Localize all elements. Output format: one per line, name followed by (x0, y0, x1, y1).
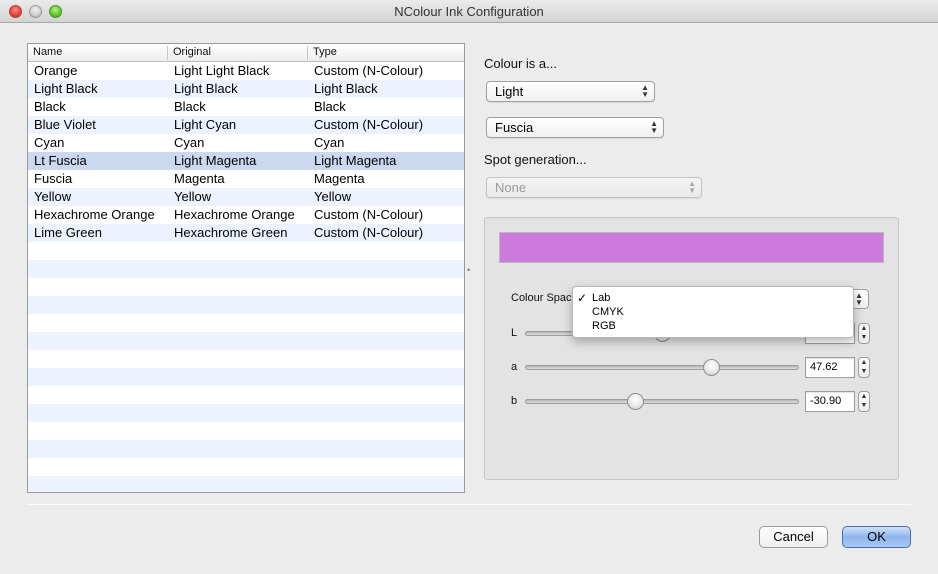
cell-original: Light Magenta (174, 153, 257, 168)
colour-space-option-cmyk[interactable]: CMYK (573, 305, 853, 319)
spot-generation-popup-value: None (495, 180, 527, 195)
table-row[interactable]: Lime Green Hexachrome Green Custom (N-Colo… (28, 224, 464, 242)
menu-item-label: CMYK (592, 306, 624, 318)
checkmark-icon: ✓ (577, 291, 588, 305)
table-row[interactable]: Cyan Cyan Cyan (28, 134, 464, 152)
colour-is-label: Colour is a... (484, 56, 557, 71)
colour-space-label: Colour Space (511, 292, 578, 304)
popup-arrows-icon: ▲ ▼ (650, 119, 658, 135)
cell-original: Magenta (174, 171, 225, 186)
cell-name: Black (34, 99, 66, 114)
cell-type: Magenta (314, 171, 365, 186)
column-header-type[interactable]: Type (308, 46, 464, 60)
channel-label-2: b (511, 395, 518, 407)
colour-space-option-lab[interactable]: ✓ Lab (573, 291, 853, 305)
menu-item-label: Lab (592, 292, 611, 304)
colour-space-menu: ✓ Lab CMYK RGB (572, 286, 854, 338)
cell-name: Fuscia (34, 171, 73, 186)
cell-name: Cyan (34, 135, 65, 150)
column-header-name[interactable]: Name (28, 46, 168, 60)
cell-type: Custom (N-Colour) (314, 225, 424, 240)
channel-stepper[interactable]: ▲ ▼ (858, 323, 870, 344)
colour-space-option-rgb[interactable]: RGB (573, 319, 853, 333)
cell-original: Black (174, 99, 206, 114)
cell-type: Cyan (314, 135, 345, 150)
spot-generation-popup: None ▲ ▼ (486, 177, 702, 198)
cell-type: Yellow (314, 189, 352, 204)
cell-name: Yellow (34, 189, 72, 204)
cell-name: Lime Green (34, 225, 102, 240)
spot-generation-label: Spot generation... (484, 152, 587, 167)
channel-stepper[interactable]: ▲ ▼ (858, 357, 870, 378)
channel-slider-track[interactable] (525, 399, 799, 404)
column-header-original[interactable]: Original (168, 46, 308, 60)
popup-arrows-icon: ▲ ▼ (641, 83, 649, 99)
cell-name: Hexachrome Orange (34, 207, 155, 222)
channel-slider-knob[interactable] (626, 393, 644, 410)
cancel-button[interactable]: Cancel (759, 526, 828, 548)
split-view-divider[interactable]: • (467, 265, 470, 275)
cell-name: Light Black (34, 81, 98, 96)
popup-arrows-icon: ▲ ▼ (855, 291, 863, 307)
cell-type: Custom (N-Colour) (314, 63, 424, 78)
cell-name: Blue Violet (34, 117, 96, 132)
table-row[interactable]: Light Black Light Black Light Black (28, 80, 464, 98)
cell-original: Hexachrome Green (174, 225, 288, 240)
dialog-window: NColour Ink Configuration Name Original … (0, 0, 938, 574)
channel-value-field[interactable]: -30.90 (805, 391, 855, 412)
channel-value-field[interactable]: 47.62 (805, 357, 855, 378)
table-row[interactable]: Hexachrome Orange Hexachrome Orange Custom… (28, 206, 464, 224)
table-row[interactable]: Black Black Black (28, 98, 464, 116)
channel-label-1: a (511, 361, 518, 373)
cell-original: Light Black (174, 81, 238, 96)
cell-type: Custom (N-Colour) (314, 117, 424, 132)
base-colour-popup-value: Fuscia (495, 120, 534, 135)
lightness-popup[interactable]: Light ▲ ▼ (486, 81, 655, 102)
channel-stepper[interactable]: ▲ ▼ (858, 391, 870, 412)
cell-name: Lt Fuscia (34, 153, 87, 168)
cell-type: Black (314, 99, 346, 114)
base-colour-popup[interactable]: Fuscia ▲ ▼ (486, 117, 664, 138)
table-row[interactable]: Yellow Yellow Yellow (28, 188, 464, 206)
ink-table[interactable]: Name Original Type Orange Light Light Bla… (27, 43, 465, 493)
title-bar: NColour Ink Configuration (0, 0, 938, 23)
cell-original: Light Light Black (174, 63, 270, 78)
table-row[interactable]: Lt Fuscia Light Magenta Light Magenta (28, 152, 464, 170)
cell-type: Light Magenta (314, 153, 397, 168)
channel-slider-track[interactable] (525, 365, 799, 370)
ok-button[interactable]: OK (842, 526, 911, 548)
colour-group-box (484, 217, 899, 480)
cell-original: Hexachrome Orange (174, 207, 295, 222)
cell-original: Yellow (174, 189, 212, 204)
menu-item-label: RGB (592, 320, 616, 332)
cell-original: Cyan (174, 135, 205, 150)
popup-arrows-icon: ▲ ▼ (688, 179, 696, 195)
cell-original: Light Cyan (174, 117, 237, 132)
table-row[interactable]: Orange Light Light Black Custom (N-Colour) (28, 62, 464, 80)
channel-label-0: L (511, 327, 518, 339)
button-separator (27, 504, 911, 505)
lightness-popup-value: Light (495, 84, 524, 99)
table-row[interactable]: Fuscia Magenta Magenta (28, 170, 464, 188)
table-header: Name Original Type (28, 44, 464, 62)
cell-name: Orange (34, 63, 78, 78)
cell-type: Custom (N-Colour) (314, 207, 424, 222)
colour-swatch (499, 232, 884, 263)
table-row[interactable]: Blue Violet Light Cyan Custom (N-Colour) (28, 116, 464, 134)
cell-type: Light Black (314, 81, 378, 96)
table-body: Orange Light Light Black Custom (N-Colour)… (28, 62, 464, 492)
window-title: NColour Ink Configuration (394, 4, 544, 19)
